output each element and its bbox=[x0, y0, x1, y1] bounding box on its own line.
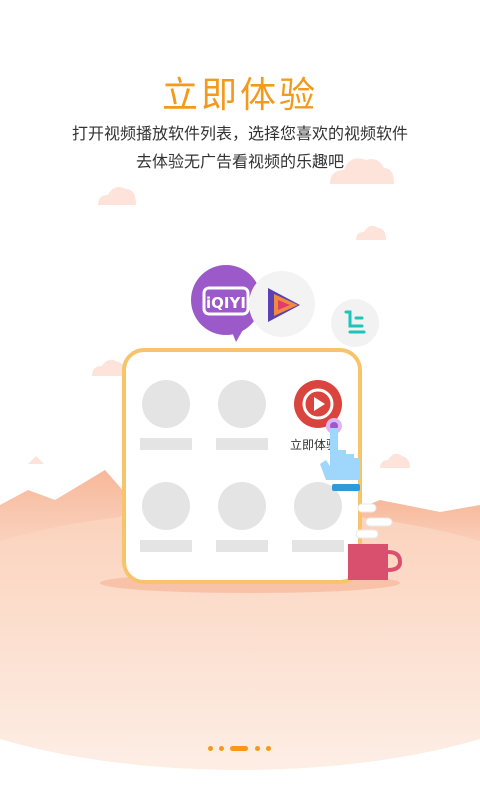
iqiyi-logo-text: iQIYI bbox=[206, 294, 246, 312]
app-slot-placeholder bbox=[142, 380, 190, 428]
app-slot-label-placeholder bbox=[140, 540, 192, 552]
app-slot-label-placeholder bbox=[216, 438, 268, 450]
coffee-cup-icon bbox=[344, 500, 404, 584]
app-slot-label-placeholder bbox=[292, 540, 344, 552]
app-slot-placeholder bbox=[218, 380, 266, 428]
app-slot-placeholder bbox=[142, 482, 190, 530]
video-play-app-icon bbox=[248, 270, 316, 340]
description-line-1: 打开视频播放软件列表，选择您喜欢的视频软件 bbox=[71, 124, 408, 143]
leshi-app-icon bbox=[330, 298, 380, 348]
app-slot-label-placeholder bbox=[140, 438, 192, 450]
pointing-hand-icon bbox=[312, 414, 366, 496]
description-line-2: 去体验无广告看视频的乐趣吧 bbox=[135, 152, 344, 171]
app-slot-placeholder bbox=[218, 482, 266, 530]
page-title: 立即体验 bbox=[161, 75, 318, 116]
app-slot-label-placeholder bbox=[216, 540, 268, 552]
